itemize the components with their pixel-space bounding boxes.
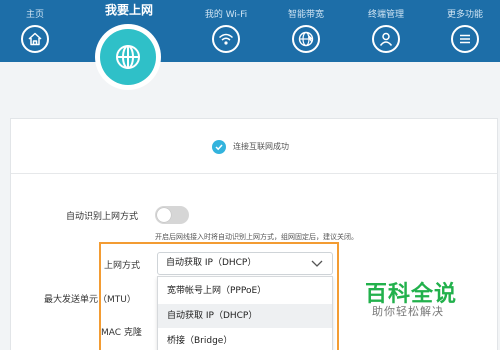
nav-item-home[interactable]: 主页 <box>0 0 70 62</box>
user-icon <box>372 25 400 53</box>
connection-status: 连接互联网成功 <box>11 119 497 174</box>
speed-globe-icon <box>292 25 320 53</box>
nav-item-devices[interactable]: 终端管理 <box>351 0 421 62</box>
nav-item-bandwidth[interactable]: 智能带宽 <box>271 0 341 62</box>
nav-label-wifi: 我的 Wi-Fi <box>204 10 248 20</box>
mode-select-value: 自动获取 IP（DHCP） <box>166 258 257 268</box>
wifi-icon <box>212 25 240 53</box>
nav-label-more: 更多功能 <box>446 10 483 20</box>
menu-icon <box>451 25 479 53</box>
globe-icon <box>100 29 156 85</box>
chevron-down-icon <box>311 260 323 267</box>
check-icon <box>212 140 226 154</box>
nav-label-devices: 终端管理 <box>367 10 404 20</box>
nav-item-more[interactable]: 更多功能 <box>430 0 500 62</box>
nav-label-home: 主页 <box>25 10 44 20</box>
option-dhcp[interactable]: 自动获取 IP（DHCP） <box>158 304 332 328</box>
status-text: 连接互联网成功 <box>233 142 289 151</box>
active-tab-ring <box>95 24 161 90</box>
mode-dropdown: 宽带帐号上网（PPPoE） 自动获取 IP（DHCP） 桥接（Bridge） <box>157 276 333 350</box>
home-icon <box>21 25 49 53</box>
toggle-knob <box>157 208 171 222</box>
mode-select[interactable]: 自动获取 IP（DHCP） <box>157 252 333 275</box>
nav-label-internet: 我要上网 <box>104 3 153 17</box>
auto-detect-toggle[interactable] <box>155 206 189 224</box>
watermark-subtitle: 助你轻松解决 <box>372 305 444 318</box>
nav-item-internet[interactable]: 我要上网 <box>94 0 164 90</box>
option-pppoe[interactable]: 宽带帐号上网（PPPoE） <box>158 279 332 303</box>
nav-label-bandwidth: 智能带宽 <box>287 10 324 20</box>
nav-item-wifi[interactable]: 我的 Wi-Fi <box>191 0 261 62</box>
option-bridge[interactable]: 桥接（Bridge） <box>158 329 332 350</box>
auto-detect-label: 自动识别上网方式 <box>66 212 139 222</box>
auto-detect-hint: 开启后网线接入时将自动识别上网方式，组网固定后，建议关闭。 <box>155 233 358 241</box>
